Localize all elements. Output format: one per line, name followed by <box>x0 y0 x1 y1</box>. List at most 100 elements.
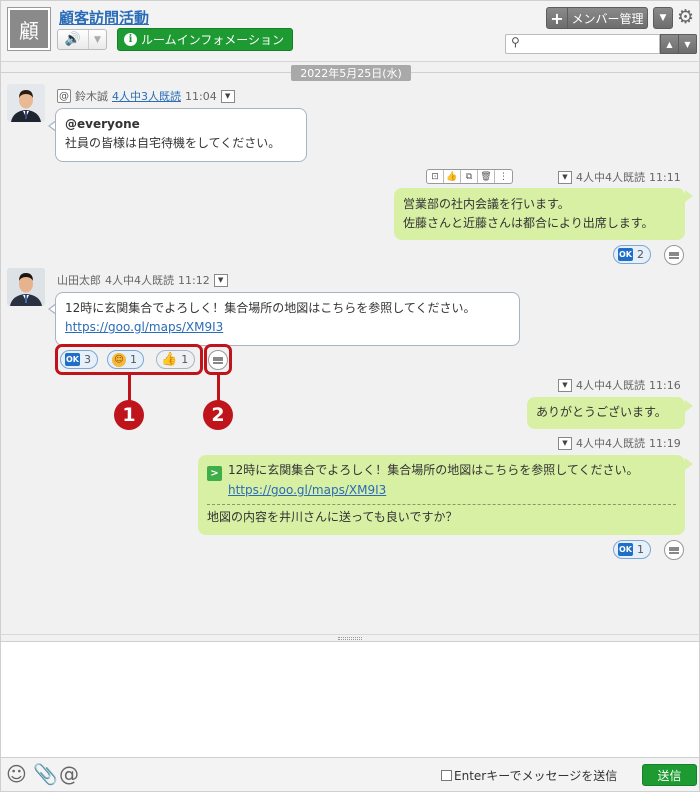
resize-handle[interactable] <box>0 634 700 642</box>
map-link[interactable]: https://goo.gl/maps/XM9I3 <box>228 483 386 497</box>
sender-name: 山田太郎 <box>57 274 101 287</box>
bubble-tail <box>685 400 693 412</box>
chevron-down-icon: ▼ <box>684 39 691 49</box>
add-member-button[interactable]: + <box>546 7 568 29</box>
message-input[interactable] <box>1 642 699 757</box>
enter-to-send-checkbox[interactable] <box>441 770 452 781</box>
room-avatar: 顧 <box>7 7 51 51</box>
search-input[interactable] <box>526 36 656 52</box>
message-time: 11:04 <box>185 89 217 103</box>
map-link[interactable]: https://goo.gl/maps/XM9I3 <box>65 320 223 334</box>
reaction-ok[interactable]: OK 2 <box>613 245 651 264</box>
like-icon[interactable]: 👍 <box>444 170 461 183</box>
message-text: 社員の皆様は自宅待機をしてください。 <box>65 136 281 150</box>
search-prev-button[interactable]: ▲ <box>660 34 679 54</box>
notification-sound-button[interactable]: 🔊 ▼ <box>57 29 107 50</box>
message-menu-dropdown[interactable]: ▼ <box>558 436 572 450</box>
quote-divider <box>207 504 676 505</box>
date-badge: 2022年5月25日(水) <box>291 65 411 81</box>
reaction-ok[interactable]: OK 1 <box>613 540 651 559</box>
speaker-icon: 🔊 <box>64 32 82 47</box>
message-menu-dropdown[interactable]: ▼ <box>213 273 228 287</box>
message-bubble[interactable]: >12時に玄関集合でよろしく！集合場所の地図はこちらを参照してください。 htt… <box>198 455 685 535</box>
reaction-count: 2 <box>637 248 644 261</box>
sender-name: 鈴木誠 <box>75 90 108 103</box>
search-box: ⚲ <box>505 34 660 54</box>
bubble-tail <box>685 458 693 470</box>
room-info-button[interactable]: i ルームインフォメーション <box>117 28 294 51</box>
mention-text: @everyone <box>65 117 140 131</box>
gear-icon[interactable]: ⚙ <box>677 6 694 28</box>
read-status[interactable]: 4人中4人既読 <box>576 169 645 185</box>
message-text: 佐藤さんと近藤さんは都合により出席します。 <box>403 216 654 230</box>
message-time: 11:16 <box>649 378 681 392</box>
input-footer: ☺ 📎 @ Enterキーでメッセージを送信 送信 <box>0 757 700 792</box>
chat-timeline[interactable]: 2022年5月25日(水) @ 鈴木誠 4人中3人既読 11:04 ▼ @eve… <box>0 62 700 634</box>
chevron-up-icon: ▲ <box>666 39 673 49</box>
attachment-icon[interactable]: 📎 <box>33 762 58 786</box>
message-meta: ▼ 4人中4人既読 11:11 <box>558 169 681 185</box>
trash-icon[interactable]: 🗑 <box>478 170 495 183</box>
quote-icon[interactable]: ⊡ <box>427 170 444 183</box>
message-time: 11:12 <box>178 273 210 287</box>
chevron-down-icon[interactable]: ▼ <box>88 30 106 49</box>
annotation-line-2 <box>217 375 220 401</box>
message-bubble[interactable]: 営業部の社内会議を行います。 佐藤さんと近藤さんは都合により出席します。 <box>394 188 685 240</box>
message-meta: 山田太郎 4人中4人既読 11:12 ▼ <box>57 272 228 288</box>
reaction-menu-button[interactable] <box>664 540 684 560</box>
message-time: 11:11 <box>649 170 681 184</box>
bubble-tail <box>685 190 693 202</box>
avatar[interactable] <box>7 268 45 306</box>
message-meta: ▼ 4人中4人既読 11:19 <box>558 435 681 451</box>
annotation-box-1 <box>55 344 203 375</box>
message-bubble[interactable]: @everyone 社員の皆様は自宅待機をしてください。 <box>55 108 307 162</box>
read-status[interactable]: 4人中4人既読 <box>576 435 645 451</box>
avatar[interactable] <box>7 84 45 122</box>
annotation-box-2 <box>204 344 232 375</box>
member-dropdown-button[interactable]: ▼ <box>653 7 673 29</box>
copy-icon[interactable]: ⧉ <box>461 170 478 183</box>
quoted-text: >12時に玄関集合でよろしく！集合場所の地図はこちらを参照してください。 <box>207 461 676 481</box>
room-header: 顧 顧客訪問活動 🔊 ▼ i ルームインフォメーション + メンバー管理 ▼ ⚙… <box>0 0 700 62</box>
send-button[interactable]: 送信 <box>642 764 697 786</box>
read-status[interactable]: 4人中4人既読 <box>105 272 174 288</box>
message-time: 11:19 <box>649 436 681 450</box>
member-button-group: + メンバー管理 <box>546 7 648 29</box>
ok-icon: OK <box>618 248 633 261</box>
annotation-number-2: 2 <box>203 400 233 430</box>
search-icon: ⚲ <box>511 35 520 49</box>
member-manage-button[interactable]: メンバー管理 <box>568 7 648 29</box>
mention-icon[interactable]: @ <box>59 762 79 786</box>
reaction-count: 1 <box>637 543 644 556</box>
more-icon[interactable]: ⋮ <box>495 170 512 183</box>
message-meta: ▼ 4人中4人既読 11:16 <box>558 377 681 393</box>
message-bubble[interactable]: ありがとうございます。 <box>527 397 685 429</box>
room-info-label: ルームインフォメーション <box>141 33 285 47</box>
read-status-link[interactable]: 4人中3人既読 <box>112 88 181 104</box>
mention-icon: @ <box>57 89 71 103</box>
annotation-number-1: 1 <box>114 400 144 430</box>
chevron-down-icon: ▼ <box>659 13 667 23</box>
message-menu-dropdown[interactable]: ▼ <box>558 170 572 184</box>
info-icon: i <box>124 33 137 46</box>
message-action-toolbar: ⊡ 👍 ⧉ 🗑 ⋮ <box>426 169 513 184</box>
enter-to-send-label: Enterキーでメッセージを送信 <box>454 769 618 783</box>
message-bubble[interactable]: 12時に玄関集合でよろしく！集合場所の地図はこちらを参照してください。 http… <box>55 292 520 346</box>
message-text: 営業部の社内会議を行います。 <box>403 197 570 211</box>
message-menu-dropdown[interactable]: ▼ <box>558 378 572 392</box>
read-status[interactable]: 4人中4人既読 <box>576 377 645 393</box>
emoji-icon[interactable]: ☺ <box>6 762 27 786</box>
annotation-line-1 <box>128 375 131 401</box>
quote-icon: > <box>207 466 222 481</box>
room-title[interactable]: 顧客訪問活動 <box>59 7 149 28</box>
message-meta: @ 鈴木誠 4人中3人既読 11:04 ▼ <box>57 88 235 104</box>
search-next-button[interactable]: ▼ <box>678 34 697 54</box>
message-text: 12時に玄関集合でよろしく！集合場所の地図はこちらを参照してください。 <box>65 301 476 315</box>
enter-to-send-option[interactable]: Enterキーでメッセージを送信 <box>441 767 617 784</box>
grip-icon <box>338 636 362 640</box>
message-text: ありがとうございます。 <box>536 405 667 419</box>
message-input-area <box>0 642 700 757</box>
ok-icon: OK <box>618 543 633 556</box>
reaction-menu-button[interactable] <box>664 245 684 265</box>
message-menu-dropdown[interactable]: ▼ <box>220 89 235 103</box>
